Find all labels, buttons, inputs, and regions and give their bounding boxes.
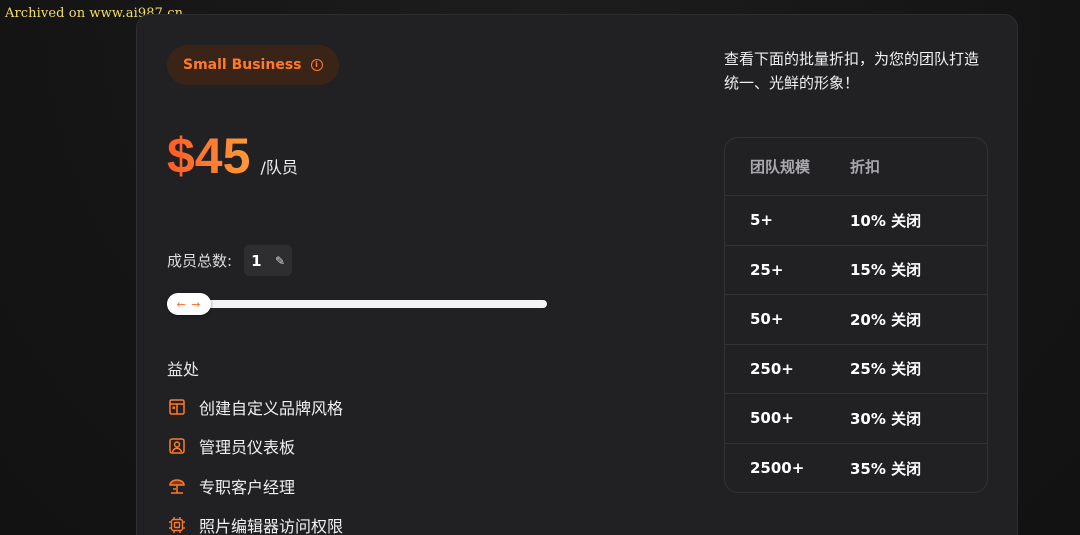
admin-user-icon (167, 436, 187, 456)
table-row: 250+ 25% 关闭 (725, 345, 987, 394)
price: $45 (167, 128, 251, 184)
table-row: 5+ 10% 关闭 (725, 196, 987, 246)
discount-cell: 10% 关闭 (850, 211, 922, 230)
table-row: 50+ 20% 关闭 (725, 295, 987, 345)
pricing-card: Small Business i $45 /队员 成员总数: 1 ✎ ← → 益… (136, 14, 1018, 535)
benefit-item: 管理员仪表板 (167, 427, 343, 467)
brand-kit-icon (167, 397, 187, 417)
benefit-label: 专职客户经理 (199, 477, 296, 497)
member-count-row: 成员总数: 1 ✎ (167, 245, 293, 276)
beach-umbrella-icon (167, 476, 187, 496)
discount-cell: 35% 关闭 (850, 459, 922, 478)
table-row: 25+ 15% 关闭 (725, 246, 987, 295)
discount-cell: 20% 关闭 (850, 310, 922, 329)
plan-name: Small Business (183, 57, 302, 73)
benefit-item: 照片编辑器访问权限 (167, 506, 343, 535)
page: Archived on www.ai987.cn Small Business … (0, 0, 1080, 535)
plan-badge[interactable]: Small Business i (167, 45, 339, 85)
member-count-value[interactable]: 1 (251, 252, 261, 270)
member-count-field[interactable]: 1 ✎ (244, 245, 293, 276)
info-icon[interactable]: i (310, 59, 323, 71)
pencil-icon[interactable]: ✎ (275, 254, 285, 268)
benefit-label: 创建自定义品牌风格 (199, 398, 344, 418)
table-row: 500+ 30% 关闭 (725, 394, 987, 444)
left-right-arrows-icon: ← → (176, 297, 202, 311)
price-row: $45 /队员 (167, 129, 298, 183)
discount-table: 团队规模 折扣 5+ 10% 关闭 25+ 15% 关闭 50+ 20% 关闭 … (724, 137, 988, 493)
benefit-item: 创建自定义品牌风格 (167, 387, 343, 427)
table-header: 团队规模 折扣 (725, 138, 987, 196)
benefits-list: 创建自定义品牌风格 管理员仪表板 专职客户经理 照片编辑器访问权限 (167, 387, 343, 535)
discount-cell: 25% 关闭 (850, 360, 922, 379)
discount-cell: 30% 关闭 (850, 409, 922, 428)
discount-cell: 15% 关闭 (850, 261, 922, 280)
team-size-cell: 250+ (750, 359, 794, 378)
team-size-cell: 5+ (750, 211, 774, 230)
team-size-cell: 500+ (750, 409, 794, 428)
header-team-size: 团队规模 (750, 158, 811, 176)
photo-editor-icon (167, 515, 187, 535)
benefits-title: 益处 (167, 360, 200, 379)
benefit-item: 专职客户经理 (167, 466, 343, 506)
promo-text: 查看下面的批量折扣，为您的团队打造统一、光鲜的形象！ (724, 50, 980, 92)
team-size-cell: 2500+ (750, 459, 805, 478)
team-size-cell: 50+ (750, 310, 784, 329)
per-unit-label: /队员 (260, 158, 298, 177)
slider-handle[interactable]: ← → (167, 293, 211, 315)
member-count-label: 成员总数: (167, 252, 233, 270)
header-discount: 折扣 (850, 158, 881, 176)
slider-track[interactable] (167, 300, 547, 308)
team-size-cell: 25+ (750, 260, 784, 279)
member-count-slider[interactable]: ← → (167, 293, 547, 315)
benefit-label: 照片编辑器访问权限 (199, 517, 344, 535)
table-row: 2500+ 35% 关闭 (725, 444, 987, 493)
benefit-label: 管理员仪表板 (199, 438, 296, 458)
